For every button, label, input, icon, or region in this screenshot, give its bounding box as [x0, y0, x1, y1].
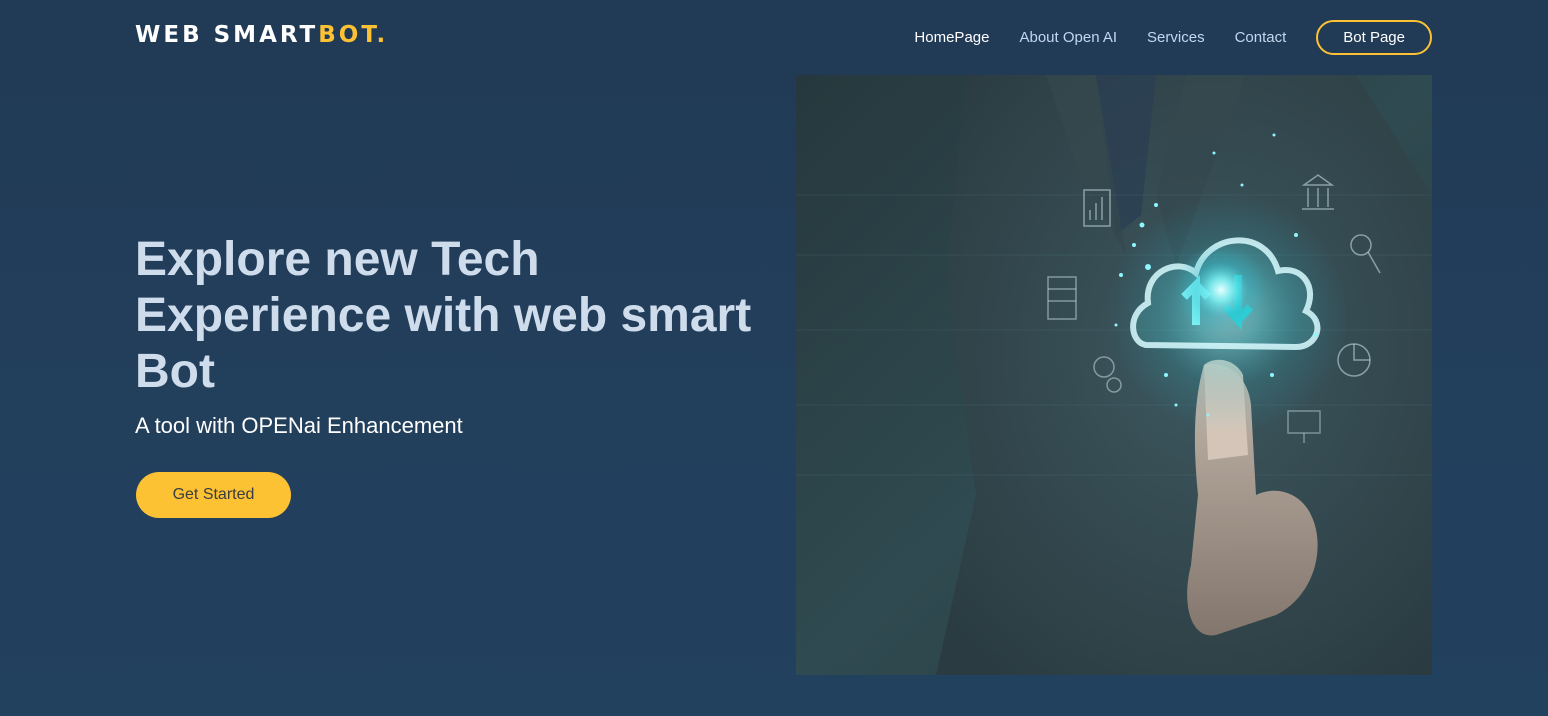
bot-page-button[interactable]: Bot Page	[1316, 20, 1432, 55]
cloud-touch-illustration	[796, 75, 1432, 675]
brand-name-accent: BOT.	[318, 22, 389, 48]
brand-logo[interactable]: WEB SMARTBOT.	[135, 22, 388, 48]
hero-title: Explore new Tech Experience with web sma…	[135, 233, 752, 398]
cloud-icon	[1108, 195, 1348, 435]
hero-image	[796, 75, 1432, 675]
nav-link-homepage[interactable]: HomePage	[914, 29, 989, 46]
get-started-button[interactable]: Get Started	[136, 472, 291, 518]
nav-link-about-open-ai[interactable]: About Open AI	[1019, 29, 1117, 46]
brand-name-main: WEB SMART	[135, 22, 319, 48]
hero-subtitle: A tool with OPENai Enhancement	[135, 413, 463, 438]
nav-link-services[interactable]: Services	[1147, 29, 1205, 46]
main-nav: HomePage About Open AI Services Contact …	[914, 20, 1432, 55]
nav-link-contact[interactable]: Contact	[1235, 29, 1287, 46]
